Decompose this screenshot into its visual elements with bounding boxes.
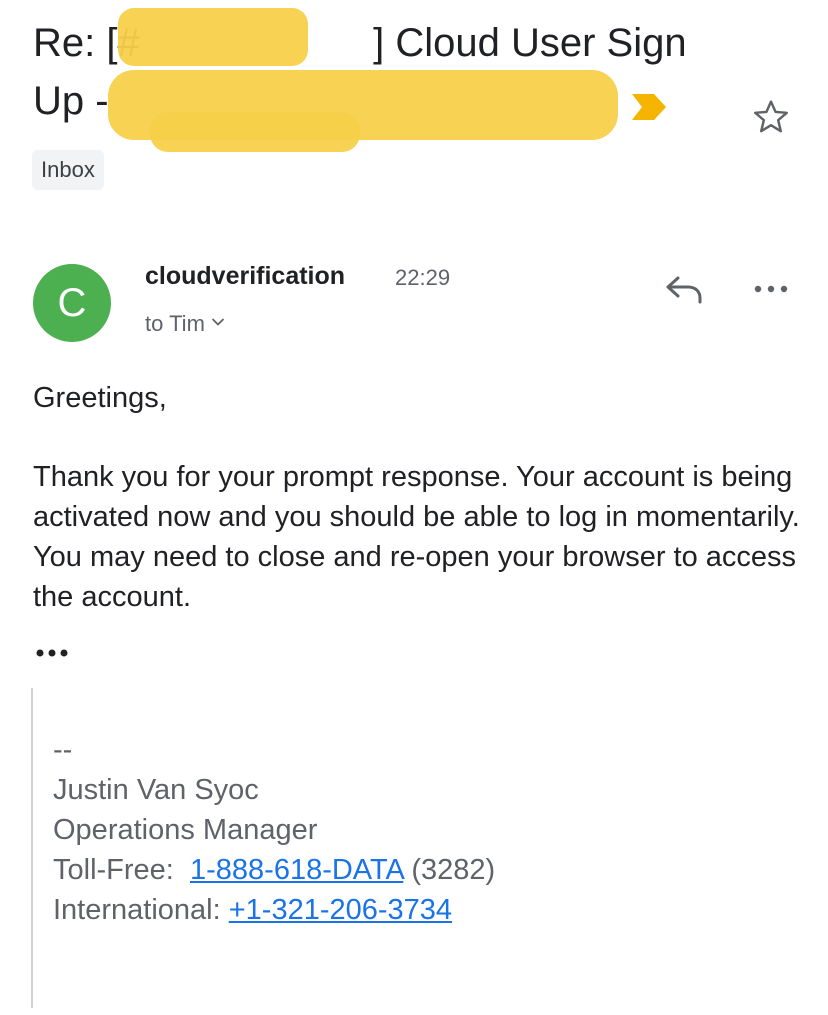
reply-icon[interactable] [664,273,704,305]
sender-name[interactable]: cloudverification [145,262,345,291]
inbox-label-chip[interactable]: Inbox [32,150,104,190]
important-marker-icon[interactable] [632,94,666,120]
quoted-text-bar [31,688,33,1008]
signature-separator: -- [53,734,73,766]
recipient-text: to Tim [145,311,205,336]
recipient-line[interactable]: to Tim [145,311,225,337]
signature-name: Justin Van Syoc [53,774,259,806]
toll-free-label: Toll-Free: [53,854,174,886]
ellipsis-icon[interactable] [35,646,71,660]
sender-avatar: C [33,264,111,342]
email-greeting: Greetings, [33,382,167,414]
toll-free-digits: (3282) [411,854,496,886]
redaction-mark [150,112,360,152]
signature-international: International: +1-321-206-3734 [53,890,452,930]
signature-toll-free: Toll-Free: 1-888-618-DATA (3282) [53,850,495,890]
international-label: International: [53,894,221,926]
chevron-down-icon[interactable] [211,315,225,329]
more-options-icon[interactable] [753,280,789,298]
signature-title: Operations Manager [53,814,318,846]
star-icon[interactable] [750,96,792,138]
international-phone-link[interactable]: +1-321-206-3734 [229,894,452,926]
email-body-paragraph: Thank you for your prompt response. Your… [33,461,800,613]
redaction-mark [118,8,308,66]
toll-free-phone-link[interactable]: 1-888-618-DATA [190,854,403,886]
subject-suffix: ] Cloud User Sign [373,21,687,65]
sent-time: 22:29 [395,265,451,290]
